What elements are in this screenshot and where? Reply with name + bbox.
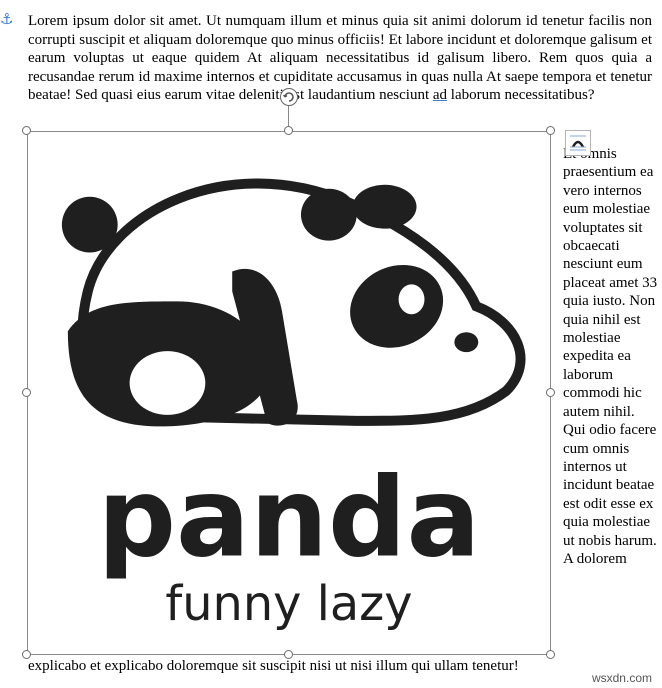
layout-options-button[interactable] — [565, 130, 591, 156]
panda-logo: panda funny lazy — [61, 178, 526, 632]
paragraph-top: Lorem ipsum dolor sit amet. Ut numquam i… — [28, 12, 652, 105]
resize-handle-top[interactable] — [284, 126, 293, 135]
word-end: necessitatibus? — [504, 87, 595, 103]
paragraph-bottom: explicabo et explicabo doloremque sit su… — [28, 658, 519, 674]
logo-tagline: funny lazy — [165, 577, 412, 632]
resize-handle-top-left[interactable] — [22, 126, 31, 135]
selected-image[interactable]: panda funny lazy — [27, 131, 551, 655]
wrapped-text-column: Et omnis praesentium ea vero internos eu… — [563, 146, 658, 567]
layout-options-icon — [570, 135, 586, 151]
anchor-icon[interactable]: ⚓ — [0, 12, 13, 27]
resize-handle-left[interactable] — [22, 388, 31, 397]
rotate-handle-icon[interactable] — [280, 88, 298, 106]
word-ad: ad — [432, 87, 448, 103]
word-laborum: laborum — [450, 87, 501, 103]
logo-wordmark: panda — [98, 453, 481, 581]
watermark: wsxdn.com — [591, 671, 652, 685]
resize-handle-right[interactable] — [546, 388, 555, 397]
resize-handle-top-right[interactable] — [546, 126, 555, 135]
